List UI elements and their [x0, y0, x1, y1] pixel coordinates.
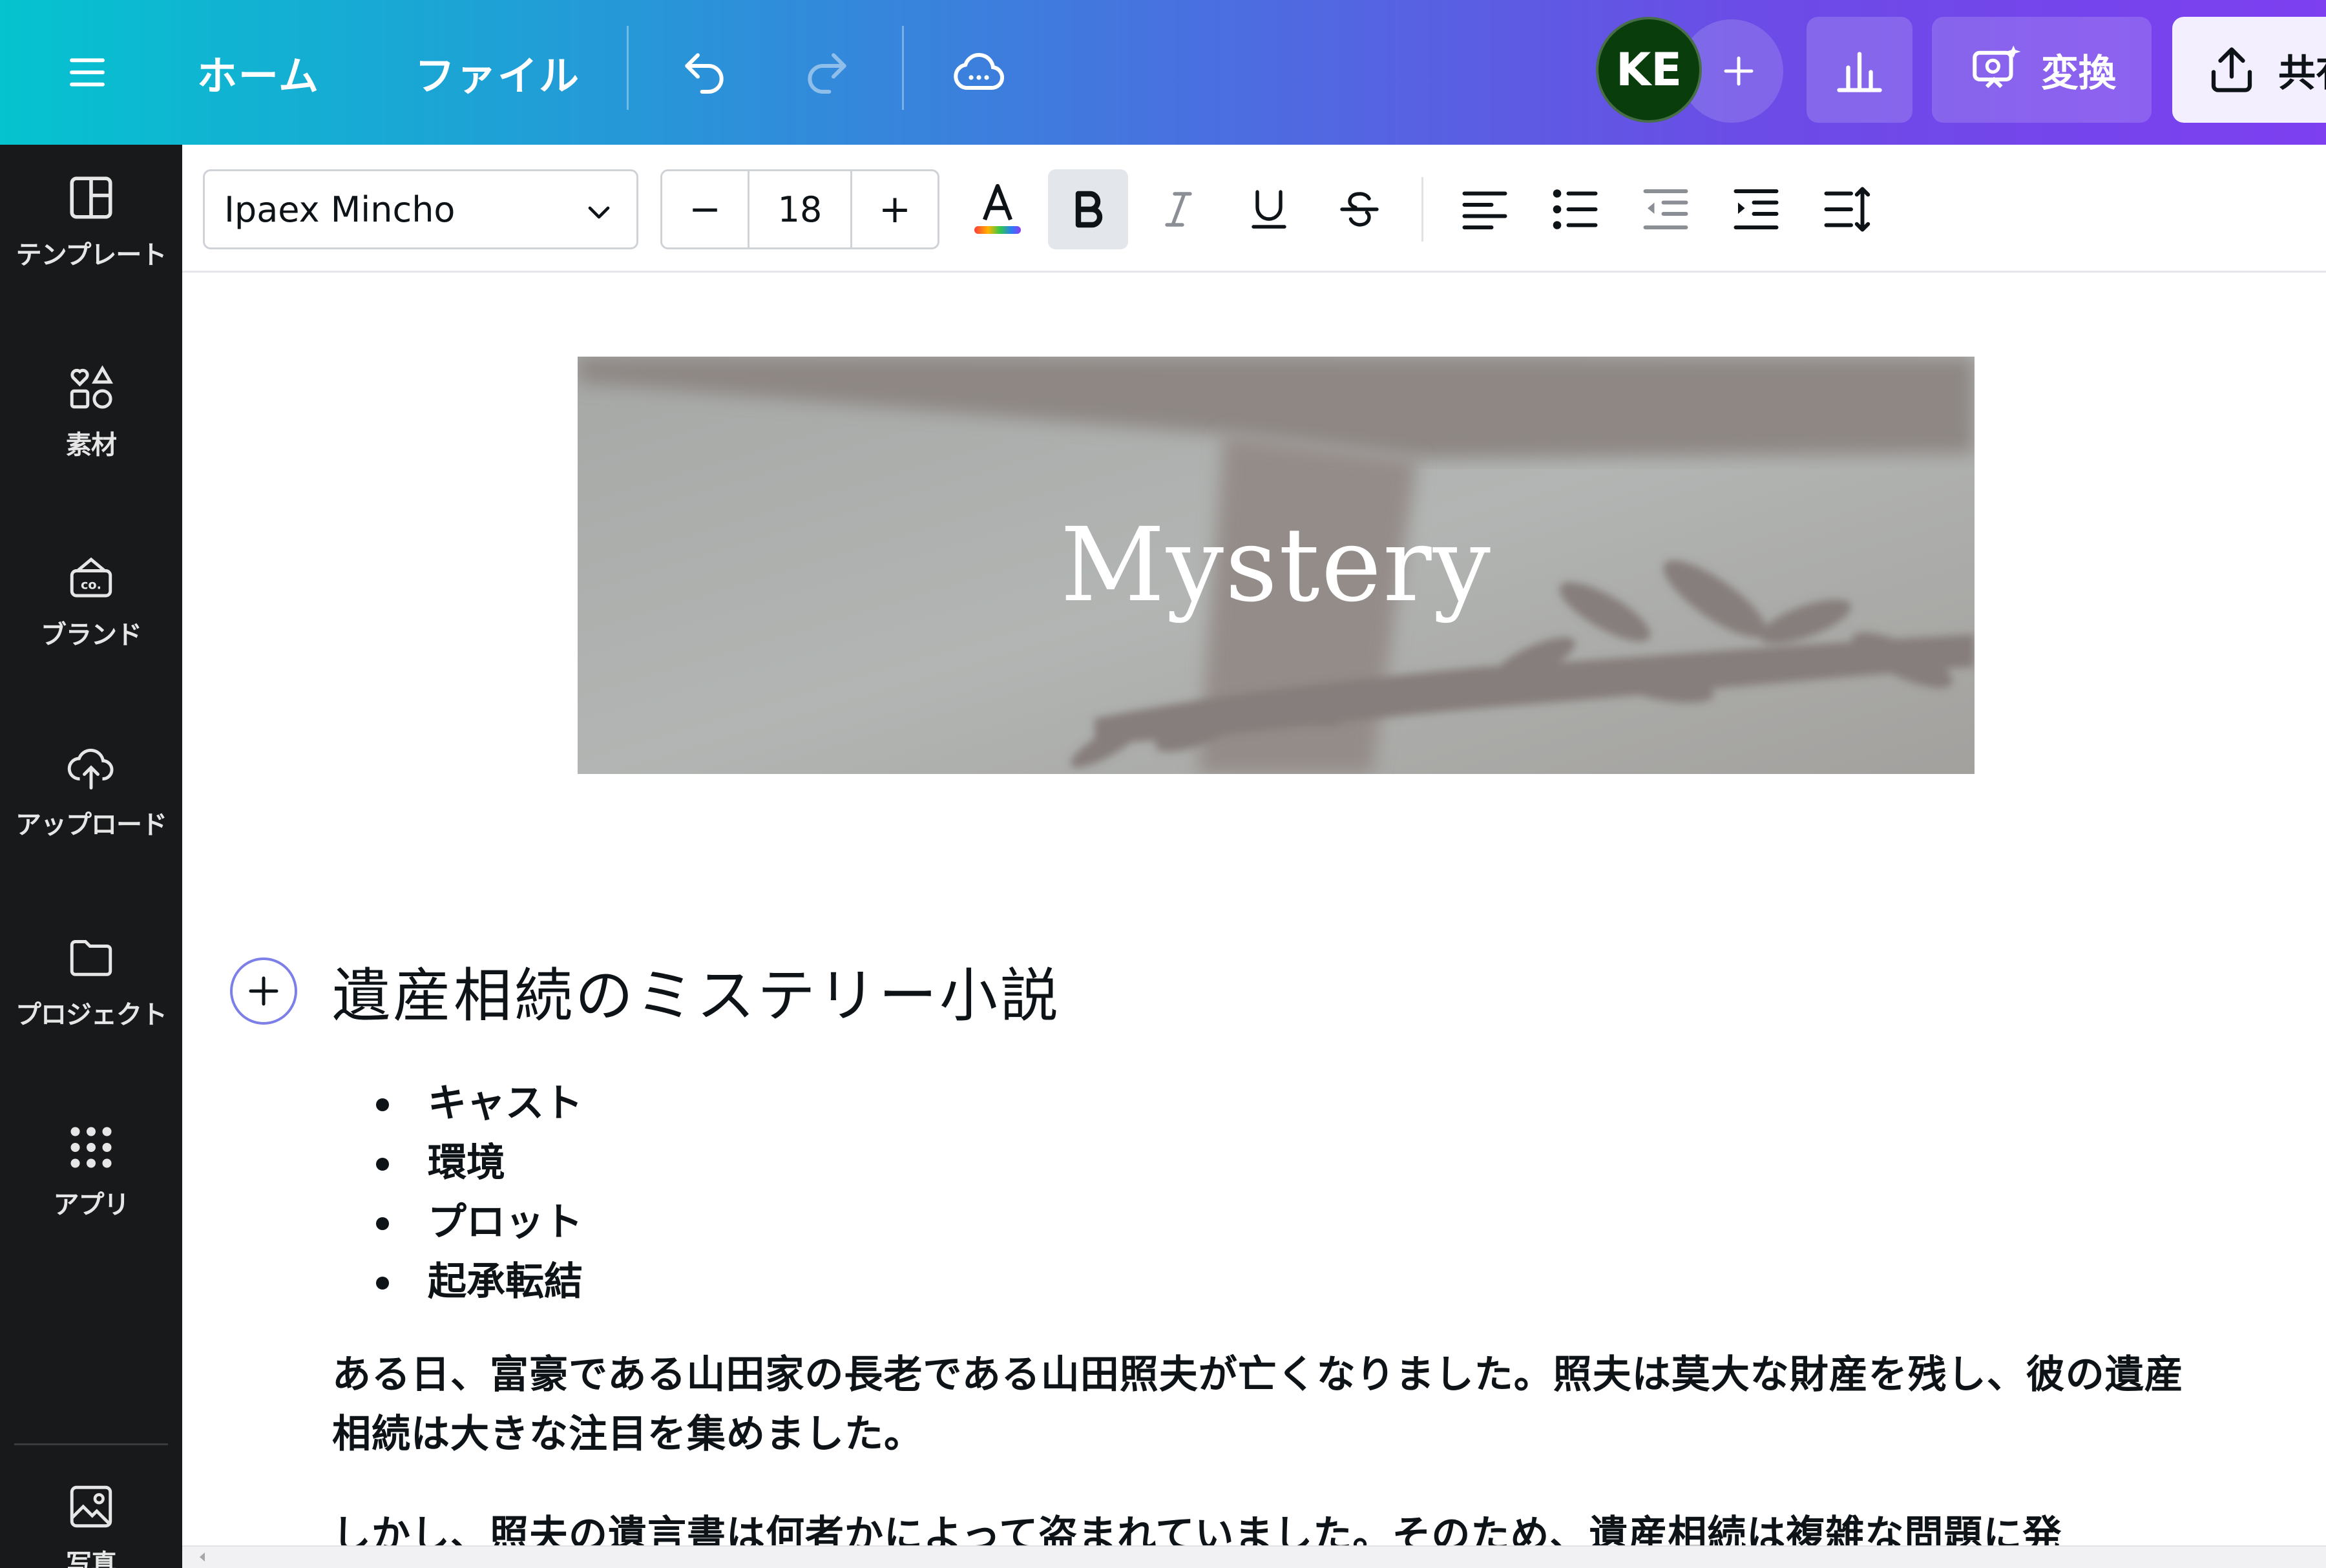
svg-text:co.: co. [81, 578, 101, 592]
topbar-divider [902, 26, 904, 110]
line-spacing-icon [1824, 187, 1870, 232]
strikethrough-icon [1340, 192, 1379, 227]
plus-icon [1724, 56, 1754, 86]
undo-button[interactable] [665, 0, 743, 145]
chevron-down-icon [588, 206, 610, 219]
template-icon [70, 176, 112, 219]
outline-list: キャスト 環境 プロット 起承転結 [376, 1074, 583, 1312]
bullet-list-icon [1553, 189, 1598, 229]
bold-icon [1075, 191, 1103, 228]
file-menu-button[interactable]: ファイル [401, 0, 594, 145]
banner-image[interactable]: Mystery [578, 357, 1975, 774]
sidebar-item-label: プロジェクト [16, 1000, 167, 1030]
document-heading[interactable]: 遺産相続のミステリー小説 [332, 948, 1061, 1032]
magic-convert-icon [1973, 45, 2021, 89]
scroll-left-icon[interactable] [195, 1549, 211, 1565]
elements-icon [70, 365, 114, 409]
folder-icon [70, 940, 112, 976]
bold-button[interactable] [1048, 169, 1128, 249]
sidebar-item-label: ブランド [41, 620, 142, 650]
sidebar-item-apps[interactable]: アプリ [0, 1100, 182, 1242]
sidebar-item-projects[interactable]: プロジェクト [0, 910, 182, 1052]
align-left-icon [1462, 191, 1507, 229]
sidebar-item-brand[interactable]: co. ブランド [0, 530, 182, 672]
list-item[interactable]: 起承転結 [376, 1252, 583, 1312]
share-button[interactable]: 共有 [2172, 17, 2326, 123]
italic-button[interactable] [1138, 169, 1219, 249]
text-color-icon [974, 183, 1021, 234]
indent-icon [1734, 189, 1779, 229]
cloud-sync-icon [954, 53, 1005, 90]
body-paragraph[interactable]: ある日、富豪である山田家の長老である山田照夫が亡くなりました。照夫は莫大な財産を… [332, 1345, 2193, 1464]
underline-icon [1252, 190, 1286, 229]
home-button[interactable]: ホーム [187, 0, 330, 145]
document-canvas: Mystery 遺産相続のミステリー小説 キャスト 環境 プロット 起承転結 あ… [182, 273, 2326, 1545]
redo-icon [808, 53, 846, 94]
font-size-stepper: − 18 + [660, 169, 939, 249]
photo-icon [70, 1485, 112, 1528]
list-item[interactable]: プロット [376, 1193, 583, 1252]
menu-icon [70, 58, 105, 87]
outdent-icon [1643, 189, 1688, 229]
list-item[interactable]: 環境 [376, 1133, 583, 1193]
topbar-divider [627, 26, 629, 110]
user-avatar[interactable]: KE [1596, 17, 1702, 123]
font-size-input[interactable]: 18 [748, 171, 852, 247]
decrease-font-size-button[interactable]: − [662, 171, 748, 247]
add-block-button[interactable] [230, 957, 297, 1025]
body-paragraph[interactable]: しかし、照夫の遺言書は何者かによって盗まれていました。そのため、遺産相続は複雑な… [332, 1505, 2193, 1545]
top-bar: ホーム ファイル KE 変換 共有 [0, 0, 2326, 145]
text-formatting-toolbar: Ipaex Mincho − 18 + [182, 145, 2326, 273]
font-family-value: Ipaex Mincho [224, 189, 456, 230]
convert-label: 変換 [2040, 51, 2116, 95]
brand-icon: co. [70, 557, 112, 598]
sidebar-item-label: アプリ [53, 1190, 130, 1220]
sidebar-item-label: 写真 [66, 1549, 117, 1568]
bullet-list-button[interactable] [1535, 169, 1615, 249]
underline-button[interactable] [1229, 169, 1309, 249]
banner-title: Mystery [1060, 506, 1492, 625]
upload-icon [67, 748, 114, 789]
main-menu-button[interactable] [39, 0, 136, 145]
redo-button[interactable] [788, 0, 866, 145]
decrease-indent-button[interactable] [1626, 169, 1706, 249]
share-label: 共有 [2278, 51, 2326, 95]
sidebar-item-label: アップロード [16, 810, 167, 840]
sidebar-item-templates[interactable]: テンプレート [0, 150, 182, 292]
font-family-select[interactable]: Ipaex Mincho [203, 169, 638, 249]
line-spacing-button[interactable] [1807, 169, 1887, 249]
left-sidebar: テンプレート 素材 co. ブランド アップロード プロジェクト アプリ 写真 [0, 145, 182, 1568]
insights-button[interactable] [1807, 17, 1912, 123]
sidebar-divider [14, 1443, 168, 1445]
strikethrough-button[interactable] [1319, 169, 1399, 249]
plus-icon [249, 976, 278, 1006]
undo-icon [685, 53, 724, 94]
list-item[interactable]: キャスト [376, 1074, 583, 1133]
increase-indent-button[interactable] [1716, 169, 1796, 249]
italic-icon [1165, 192, 1192, 227]
sidebar-item-uploads[interactable]: アップロード [0, 720, 182, 862]
magic-convert-button[interactable]: 変換 [1932, 17, 2152, 123]
analytics-icon [1837, 52, 1882, 92]
sidebar-item-label: テンプレート [16, 240, 167, 270]
align-left-button[interactable] [1445, 169, 1525, 249]
sidebar-item-photos[interactable]: 写真 [0, 1459, 182, 1568]
text-color-button[interactable] [958, 169, 1038, 249]
sidebar-item-label: 素材 [66, 430, 117, 460]
cloud-save-status-button[interactable] [937, 0, 1021, 145]
share-icon [2211, 47, 2252, 92]
toolbar-divider [1421, 177, 1423, 242]
horizontal-scrollbar[interactable] [182, 1545, 2326, 1568]
apps-icon [70, 1127, 112, 1168]
increase-font-size-button[interactable]: + [852, 171, 938, 247]
sidebar-item-elements[interactable]: 素材 [0, 340, 182, 482]
